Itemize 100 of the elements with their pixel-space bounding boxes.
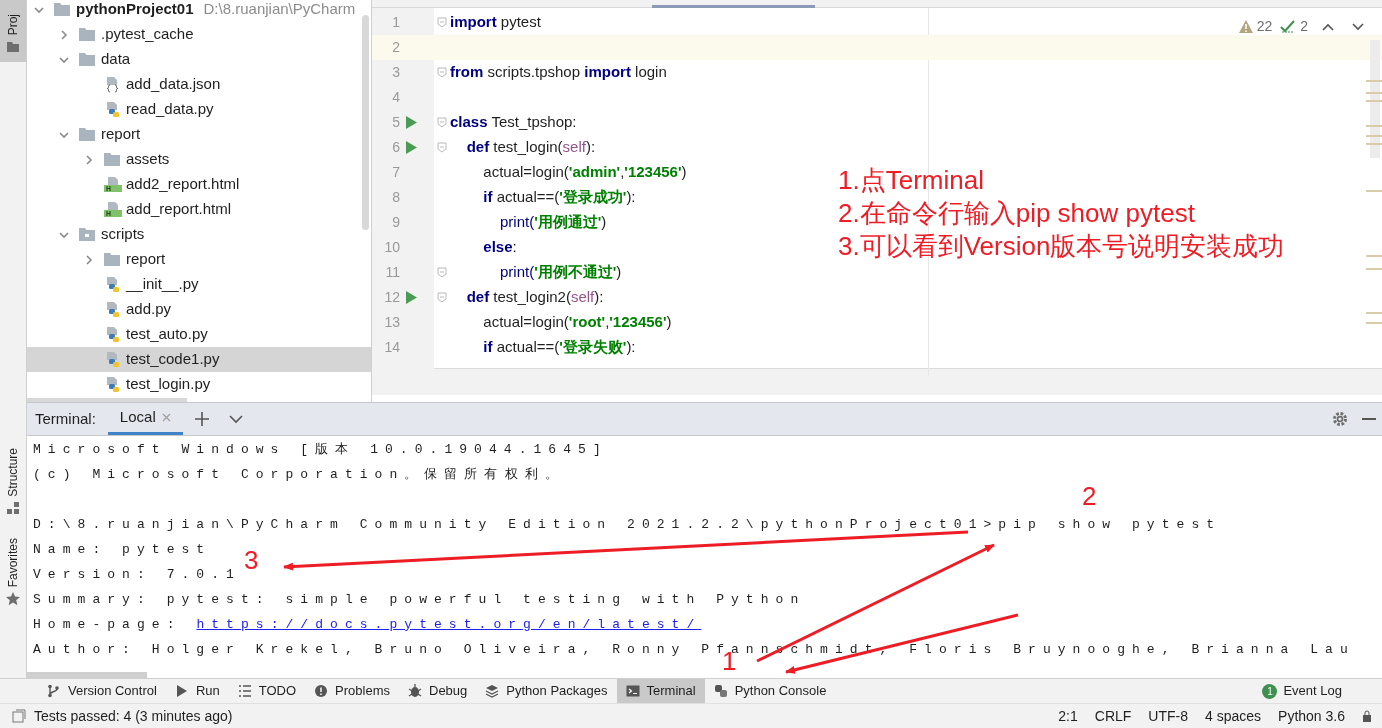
terminal-line: Version: 7.0.1: [33, 565, 241, 584]
tree-item[interactable]: data: [27, 47, 371, 72]
tree-item[interactable]: test_auto.py: [27, 322, 371, 347]
tree-item[interactable]: read_data.py: [27, 97, 371, 122]
fold-icon[interactable]: [437, 292, 447, 303]
tree-item[interactable]: __init__.py: [27, 272, 371, 297]
annotation-note: 1.点Terminal: [838, 164, 985, 197]
passed-indicator[interactable]: 2: [1280, 16, 1308, 37]
scrollbar[interactable]: [27, 398, 187, 402]
scrollbar[interactable]: [27, 672, 147, 678]
tool-window-button[interactable]: TODO: [228, 679, 306, 703]
tool-window-button[interactable]: Debug: [399, 679, 477, 703]
run-icon: [174, 684, 189, 698]
status-item[interactable]: UTF-8: [1148, 705, 1188, 727]
status-item[interactable]: 2:1: [1058, 705, 1078, 727]
code-line: if actual==('登录成功'):: [482, 187, 636, 208]
line-number: 10: [383, 238, 400, 257]
code-line: print('用例不通过'): [499, 262, 622, 283]
scrollbar[interactable]: [362, 15, 369, 230]
tree-item[interactable]: add2_report.html: [27, 172, 371, 197]
run-icon[interactable]: [405, 291, 417, 304]
line-number: 6: [391, 138, 400, 157]
tree-item[interactable]: add_data.json: [27, 72, 371, 97]
folder-icon: [79, 26, 97, 43]
tool-window-button[interactable]: Python Console: [704, 679, 836, 703]
vcs-icon: [47, 684, 61, 698]
tree-item[interactable]: pythonProject01 D:\8.ruanjian\PyCharm: [27, 0, 371, 22]
structure-tab[interactable]: Structure: [0, 447, 26, 518]
line-number: 8: [391, 188, 400, 207]
tool-window-button[interactable]: Terminal: [616, 679, 705, 703]
python-file-icon: [104, 326, 122, 343]
panel-toggle-icon: [12, 709, 26, 723]
terminal-tab[interactable]: Local: [107, 403, 183, 435]
tool-window-button[interactable]: Version Control: [38, 679, 166, 703]
folder-icon: [54, 1, 72, 18]
tool-window-button[interactable]: Problems: [305, 679, 399, 703]
plus-icon[interactable]: [194, 412, 209, 426]
warnings-indicator[interactable]: 22: [1238, 16, 1273, 37]
packages-icon: [485, 684, 500, 698]
annotation-marker: 3: [244, 546, 259, 574]
python-file-icon: [104, 276, 122, 293]
tree-item[interactable]: scripts: [27, 222, 371, 247]
fold-icon[interactable]: [437, 17, 447, 28]
favorites-tab[interactable]: Favorites: [0, 537, 26, 608]
terminal-line: D:\8.ruanjian\PyCharm Community Edition 2021.2.2\pythonProject01>pip show pytest: [33, 515, 1222, 534]
status-item[interactable]: Python 3.6: [1278, 705, 1345, 727]
structure-icon: [6, 500, 20, 516]
status-item[interactable]: CRLF: [1094, 705, 1132, 727]
chevron-right-icon: [58, 28, 70, 41]
tree-item[interactable]: test_login.py: [27, 372, 371, 397]
code-line: actual=login('root','123456'): [482, 312, 672, 333]
settings-icon[interactable]: [1332, 411, 1348, 427]
terminal-line: Microsoft Windows [版本 10.0.19044.1645]: [33, 440, 608, 459]
url-link[interactable]: https://docs.pytest.org/en/latest/: [196, 614, 702, 635]
fold-icon[interactable]: [437, 142, 447, 153]
tool-window-button[interactable]: Run: [165, 679, 229, 703]
project-tab[interactable]: Proj: [0, 0, 26, 62]
warning-icon: [1238, 20, 1253, 33]
run-icon[interactable]: [405, 116, 417, 129]
scrollbar[interactable]: [1370, 40, 1380, 158]
tree-item[interactable]: report: [27, 247, 371, 272]
line-number: 14: [383, 338, 400, 357]
html-file-icon: [104, 176, 122, 193]
folder-icon: [104, 151, 122, 168]
terminal-line: (c) Microsoft Corporation。保留所有权利。: [33, 465, 565, 484]
folder-icon: [79, 226, 97, 243]
event-log-button[interactable]: 1 Event Log: [1262, 681, 1342, 701]
line-number: 1: [391, 13, 400, 32]
debug-icon: [408, 684, 422, 698]
terminal-line: Summary: pytest: simple powerful testing with Python: [33, 590, 806, 609]
line-number: 2: [391, 38, 400, 57]
run-icon[interactable]: [405, 141, 417, 154]
tree-item[interactable]: .pytest_cache: [27, 22, 371, 47]
terminal-line: Name: pytest: [33, 540, 212, 559]
chevron-down-icon: [1352, 22, 1364, 31]
status-item[interactable]: 4 spaces: [1205, 705, 1262, 727]
close-icon: [161, 413, 171, 422]
folder-icon: [6, 39, 20, 54]
code-line: import pytest: [450, 12, 541, 33]
tool-window-button[interactable]: Python Packages: [476, 679, 617, 703]
code-line: def test_login2(self):: [465, 287, 604, 308]
tree-item[interactable]: assets: [27, 147, 371, 172]
fold-icon[interactable]: [437, 117, 447, 128]
python-file-icon: [104, 376, 122, 393]
tree-item[interactable]: add.py: [27, 297, 371, 322]
line-number: 4: [391, 88, 400, 107]
code-line: from scripts.tpshop import login: [450, 62, 667, 83]
check-icon: [1280, 20, 1297, 33]
tree-item[interactable]: add_report.html: [27, 197, 371, 222]
python-file-icon: [104, 101, 122, 118]
lock-icon: [1362, 710, 1372, 722]
fold-icon[interactable]: [437, 267, 447, 278]
chevron-down-icon[interactable]: [228, 414, 243, 424]
tree-item[interactable]: test_code1.py: [27, 347, 371, 372]
tree-item[interactable]: report: [27, 122, 371, 147]
line-number: 7: [391, 163, 400, 182]
fold-icon[interactable]: [437, 67, 447, 78]
problems-icon: [314, 684, 329, 698]
line-number: 12: [383, 288, 400, 307]
python-file-icon: [104, 301, 122, 318]
